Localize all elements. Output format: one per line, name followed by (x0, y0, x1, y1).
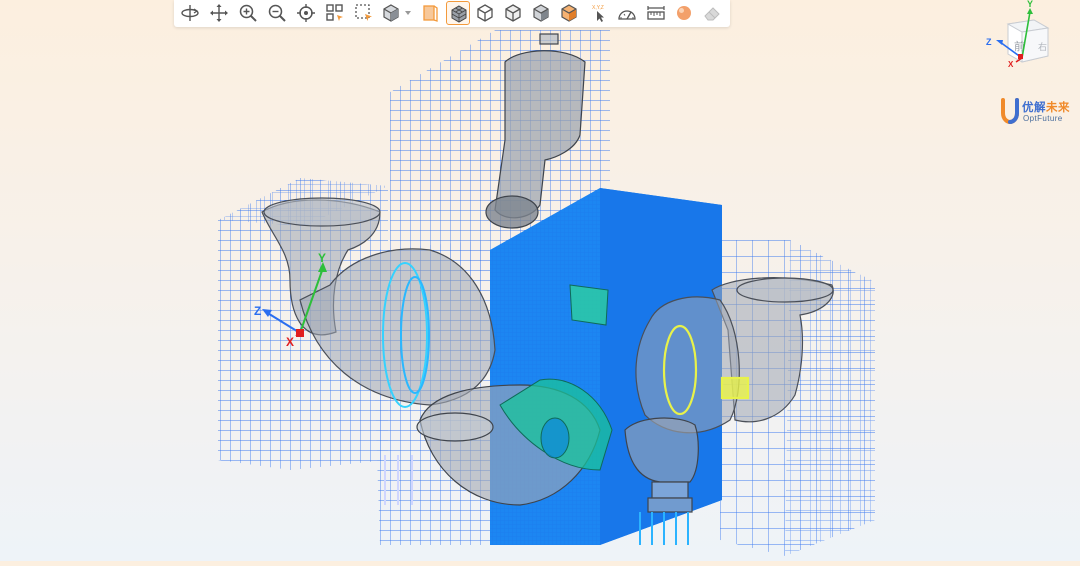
optfuture-logo-icon (1001, 98, 1019, 124)
shaded-button[interactable] (529, 1, 553, 25)
chevron-down-icon[interactable] (404, 9, 412, 17)
pan-icon (210, 4, 228, 22)
logo-chinese-name: 优解未来 (1022, 102, 1070, 114)
toolbar: X,Y,Z (174, 0, 730, 27)
fit-view-button[interactable] (294, 1, 318, 25)
select-grid-icon (326, 4, 343, 21)
zoom-in-icon (239, 4, 257, 22)
angle-measure-icon (618, 10, 636, 20)
sphere-icon (677, 6, 691, 20)
measure-angle-button[interactable] (615, 1, 639, 25)
rotate-button[interactable] (178, 1, 202, 25)
pan-button[interactable] (207, 1, 231, 25)
rotate-icon (181, 5, 199, 21)
zoom-out-button[interactable] (265, 1, 289, 25)
zoom-in-button[interactable] (236, 1, 260, 25)
material-button[interactable] (672, 1, 696, 25)
solid-orange-button[interactable] (557, 1, 581, 25)
turbocharger-mesh-view: Y Z X (218, 30, 875, 556)
select-grid-button[interactable] (323, 1, 347, 25)
shaded-icon (533, 4, 549, 22)
section-plane-icon (423, 5, 438, 22)
brand-logo: 优解未来 OptFuture (998, 96, 1078, 130)
probe-cursor-icon: X,Y,Z (592, 5, 604, 22)
measure-distance-button[interactable] (644, 1, 668, 25)
mesh-display-button[interactable] (446, 1, 470, 25)
triad-x-label: X (286, 335, 294, 349)
probe-button[interactable]: X,Y,Z (587, 1, 611, 25)
wireframe-icon (477, 4, 493, 22)
viewcube-right-face: 右 (1038, 41, 1047, 52)
triad-z-label: Z (254, 304, 261, 318)
viewcube-x-label: X (1008, 60, 1014, 69)
fit-view-icon (297, 4, 315, 22)
solid-orange-icon (561, 4, 577, 22)
box-select-icon (355, 4, 372, 21)
viewcube-y-label: Y (1027, 0, 1033, 9)
view-cube-button[interactable] (379, 1, 403, 25)
zoom-out-icon (268, 4, 286, 22)
shaded-edges-button[interactable] (501, 1, 525, 25)
eraser-button[interactable] (700, 1, 724, 25)
view-cube[interactable]: 前 右 Y Z X (978, 0, 1058, 80)
3d-viewport[interactable]: Y Z X (0, 0, 1080, 561)
view-cube-icon (383, 4, 399, 22)
wireframe-button[interactable] (473, 1, 497, 25)
eraser-icon (704, 7, 720, 21)
triad-y-label: Y (318, 251, 326, 265)
section-plane-button[interactable] (418, 1, 442, 25)
ruler-icon (647, 6, 665, 20)
shaded-edges-icon (505, 4, 521, 22)
probe-label: X,Y,Z (592, 5, 604, 11)
logo-english-name: OptFuture (1023, 114, 1063, 123)
box-select-button[interactable] (352, 1, 376, 25)
viewcube-z-label: Z (986, 37, 992, 47)
mesh-display-icon (451, 5, 467, 23)
